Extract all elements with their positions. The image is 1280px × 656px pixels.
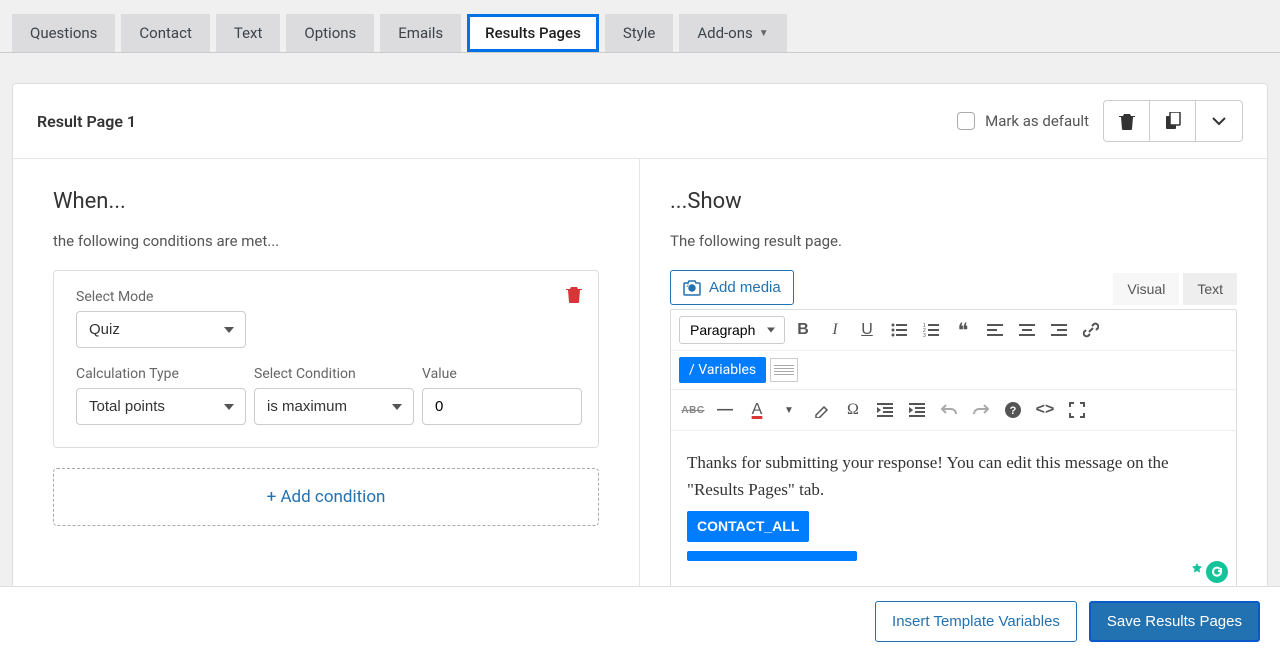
grammarly-widget[interactable]: [1190, 561, 1228, 583]
add-media-label: Add media: [709, 279, 781, 296]
toolbar-toggle-button[interactable]: [770, 358, 798, 382]
outdent-icon: [877, 403, 893, 417]
trash-icon: [1119, 112, 1135, 130]
chevron-down-icon: [1211, 116, 1227, 126]
result-page-card: Result Page 1 Mark as default: [12, 83, 1268, 637]
quote-button[interactable]: ❝: [949, 316, 977, 344]
editor-text: Thanks for submitting your response! You…: [687, 453, 1169, 499]
delete-condition-button[interactable]: [566, 285, 582, 303]
underline-button[interactable]: U: [853, 316, 881, 344]
editor-content[interactable]: Thanks for submitting your response! You…: [671, 431, 1236, 591]
calc-type-dropdown[interactable]: Total points: [76, 388, 246, 425]
tab-contact[interactable]: Contact: [121, 14, 209, 52]
align-right-button[interactable]: [1045, 316, 1073, 344]
card-title: Result Page 1: [37, 112, 136, 131]
duplicate-button[interactable]: [1150, 101, 1196, 141]
align-left-button[interactable]: [981, 316, 1009, 344]
hr-button[interactable]: —: [711, 396, 739, 424]
footer: Insert Template Variables Save Results P…: [0, 586, 1280, 656]
align-center-button[interactable]: [1013, 316, 1041, 344]
redo-icon: [973, 403, 989, 417]
svg-text:?: ?: [1010, 405, 1017, 417]
show-subtext: The following result page.: [670, 232, 1237, 250]
save-button[interactable]: Save Results Pages: [1089, 601, 1260, 642]
add-condition-button[interactable]: + Add condition: [53, 468, 599, 526]
editor: Paragraph B I U 123 ❝: [670, 309, 1237, 606]
grammarly-premium-icon: [1190, 561, 1204, 575]
undo-button[interactable]: [935, 396, 963, 424]
collapse-button[interactable]: [1196, 101, 1242, 141]
tab-bar: Questions Contact Text Options Emails Re…: [0, 0, 1280, 53]
svg-text:♪: ♪: [686, 282, 690, 289]
align-left-icon: [987, 324, 1003, 336]
outdent-button[interactable]: [871, 396, 899, 424]
tab-addons-label: Add-ons: [697, 24, 752, 42]
align-right-icon: [1051, 324, 1067, 336]
link-button[interactable]: [1077, 316, 1105, 344]
format-dropdown[interactable]: Paragraph: [679, 316, 785, 344]
tab-questions[interactable]: Questions: [12, 14, 115, 52]
when-subtext: the following conditions are met...: [53, 232, 599, 250]
condition-box: Select Mode Quiz Calculation Type Total …: [53, 270, 599, 448]
condition-label: Select Condition: [254, 366, 414, 382]
bold-button[interactable]: B: [789, 316, 817, 344]
tab-addons[interactable]: Add-ons ▼: [679, 14, 786, 52]
tab-style[interactable]: Style: [605, 14, 674, 52]
bullet-list-button[interactable]: [885, 316, 913, 344]
clear-format-button[interactable]: [807, 396, 835, 424]
variable-tag-contact[interactable]: CONTACT_ALL: [687, 511, 809, 541]
chevron-down-icon: ▼: [759, 28, 769, 39]
select-mode-label: Select Mode: [76, 289, 576, 305]
italic-button[interactable]: I: [821, 316, 849, 344]
trash-icon: [566, 285, 582, 303]
strikethrough-icon: ABC: [681, 405, 704, 416]
condition-dropdown[interactable]: is maximum: [254, 388, 414, 425]
variables-button[interactable]: / Variables: [679, 357, 766, 383]
tab-results-pages[interactable]: Results Pages: [467, 14, 599, 52]
when-heading: When...: [53, 189, 599, 214]
grammarly-icon: [1206, 561, 1228, 583]
editor-tab-text[interactable]: Text: [1183, 273, 1237, 305]
mark-default-text: Mark as default: [985, 112, 1089, 130]
select-mode-dropdown[interactable]: Quiz: [76, 311, 246, 348]
number-list-icon: 123: [923, 323, 939, 337]
indent-icon: [909, 403, 925, 417]
fullscreen-button[interactable]: [1063, 396, 1091, 424]
svg-text:3: 3: [923, 333, 926, 337]
mark-default-label[interactable]: Mark as default: [957, 112, 1089, 130]
variable-tag-questions[interactable]: [687, 551, 857, 561]
camera-icon: ♪: [683, 280, 701, 296]
calc-type-label: Calculation Type: [76, 366, 246, 382]
number-list-button[interactable]: 123: [917, 316, 945, 344]
special-char-button[interactable]: Ω: [839, 396, 867, 424]
help-icon: ?: [1004, 401, 1022, 419]
indent-button[interactable]: [903, 396, 931, 424]
fullscreen-icon: [1069, 402, 1085, 418]
mark-default-checkbox[interactable]: [957, 112, 975, 130]
text-color-button[interactable]: A: [743, 396, 771, 424]
bullet-list-icon: [891, 323, 907, 337]
add-media-button[interactable]: ♪ Add media: [670, 270, 794, 305]
tab-emails[interactable]: Emails: [380, 14, 461, 52]
link-icon: [1083, 322, 1099, 338]
align-center-icon: [1019, 324, 1035, 336]
strikethrough-button[interactable]: ABC: [679, 396, 707, 424]
insert-variables-button[interactable]: Insert Template Variables: [875, 601, 1077, 642]
value-label: Value: [422, 366, 582, 382]
text-color-dropdown[interactable]: ▼: [775, 396, 803, 424]
help-button[interactable]: ?: [999, 396, 1027, 424]
value-input[interactable]: [422, 388, 582, 425]
code-button[interactable]: <>: [1031, 396, 1059, 424]
copy-icon: [1165, 112, 1181, 130]
delete-button[interactable]: [1104, 101, 1150, 141]
tab-text[interactable]: Text: [216, 14, 281, 52]
show-heading: ...Show: [670, 189, 1237, 214]
undo-icon: [941, 403, 957, 417]
eraser-icon: [813, 402, 829, 418]
redo-button[interactable]: [967, 396, 995, 424]
editor-tab-visual[interactable]: Visual: [1113, 273, 1179, 305]
tab-options[interactable]: Options: [286, 14, 374, 52]
